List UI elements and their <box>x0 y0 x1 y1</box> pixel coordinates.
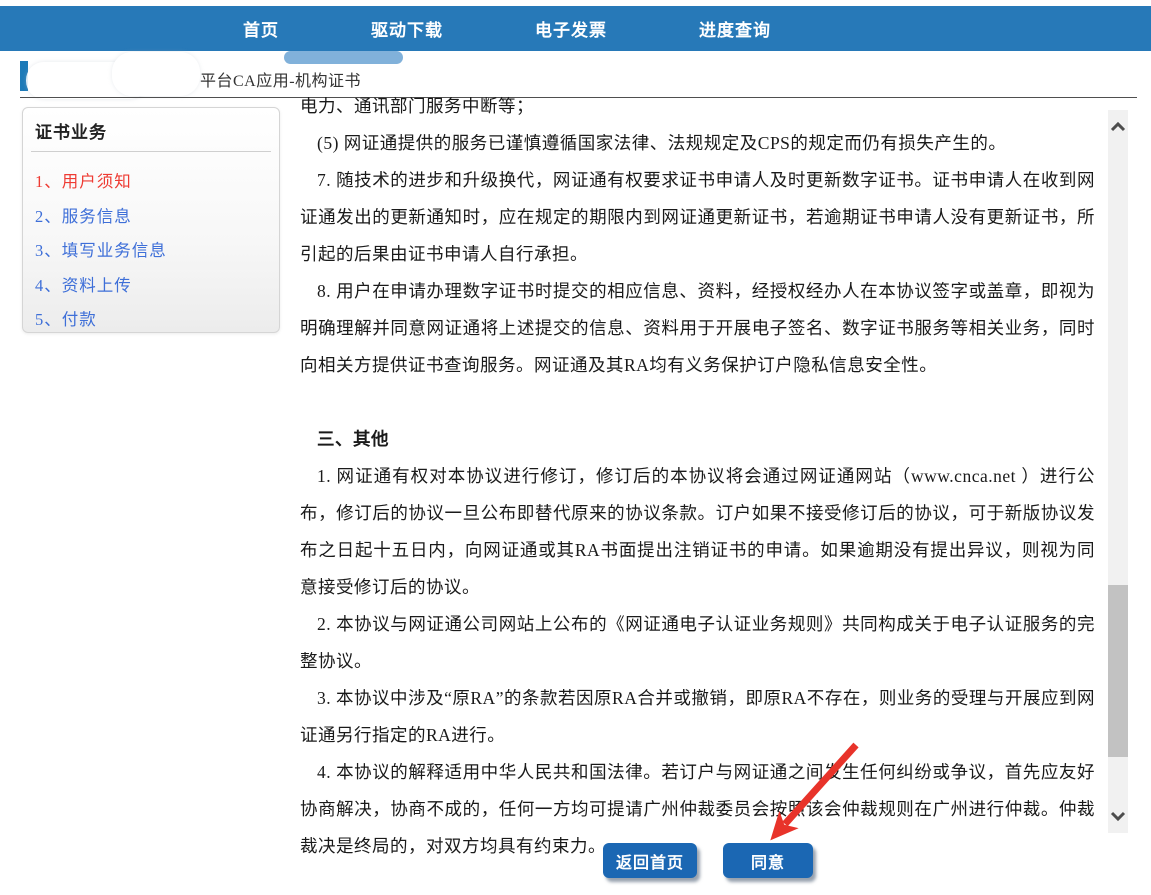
top-navbar: 首页 驱动下载 电子发票 进度查询 <box>0 6 1151 51</box>
section-heading-others: 三、其他 <box>300 421 1095 458</box>
sidebar-item-payment[interactable]: 5、付款 <box>35 303 279 338</box>
sidebar-step-list: 1、用户须知 2、服务信息 3、填写业务信息 4、资料上传 5、付款 <box>23 152 279 338</box>
agreement-paragraph: 3. 本协议中涉及“原RA”的条款若因原RA合并或撤销，即原RA不存在，则业务的… <box>300 680 1095 754</box>
agreement-paragraph: (5) 网证通提供的服务已谨慎遵循国家法律、法规规定及CPS的规定而仍有损失产生… <box>300 125 1095 162</box>
sidebar-title: 证书业务 <box>23 108 279 149</box>
scrollbar-thumb[interactable] <box>1108 585 1128 757</box>
agreement-paragraph: 1. 网证通有权对本协议进行修订，修订后的本协议将会通过网证通网站（www.cn… <box>300 458 1095 606</box>
agreement-paragraph: 7. 随技术的进步和升级换代，网证通有权要求证书申请人及时更新数字证书。证书申请… <box>300 162 1095 273</box>
agreement-paragraph: 8. 用户在申请办理数字证书时提交的相应信息、资料，经授权经办人在本协议签字或盖… <box>300 273 1095 384</box>
scroll-down-icon[interactable] <box>1108 805 1128 827</box>
nav-item-e-invoice[interactable]: 电子发票 <box>535 16 607 41</box>
agree-button[interactable]: 同意 <box>723 843 813 878</box>
redaction-blur <box>112 52 200 96</box>
sidebar-item-service-info[interactable]: 2、服务信息 <box>35 200 279 235</box>
redaction-blur-blue <box>284 51 403 64</box>
agreement-paragraph: 电力、通讯部门服务中断等； <box>300 88 1095 125</box>
nav-item-driver-download[interactable]: 驱动下载 <box>371 16 443 41</box>
sidebar-item-upload-materials[interactable]: 4、资料上传 <box>35 269 279 304</box>
agreement-text: 电力、通讯部门服务中断等； (5) 网证通提供的服务已谨慎遵循国家法律、法规规定… <box>300 88 1095 865</box>
nav-item-home[interactable]: 首页 <box>243 16 279 41</box>
scroll-up-icon[interactable] <box>1108 116 1128 138</box>
vertical-scrollbar[interactable] <box>1108 110 1128 833</box>
page: 首页 驱动下载 电子发票 进度查询 平台CA应用-机构证书 证书业务 1、用户须… <box>0 0 1151 895</box>
certificate-steps-panel: 证书业务 1、用户须知 2、服务信息 3、填写业务信息 4、资料上传 5、付款 <box>22 107 280 333</box>
sidebar-item-fill-business-info[interactable]: 3、填写业务信息 <box>35 234 279 269</box>
sidebar-item-user-notice[interactable]: 1、用户须知 <box>35 165 279 200</box>
agreement-paragraph: 2. 本协议与网证通公司网站上公布的《网证通电子认证业务规则》共同构成关于电子认… <box>300 606 1095 680</box>
nav-item-progress-query[interactable]: 进度查询 <box>699 16 771 41</box>
agreement-paragraph: 4. 本协议的解释适用中华人民共和国法律。若订户与网证通之间发生任何纠纷或争议，… <box>300 754 1095 865</box>
back-to-home-button[interactable]: 返回首页 <box>603 843 697 878</box>
